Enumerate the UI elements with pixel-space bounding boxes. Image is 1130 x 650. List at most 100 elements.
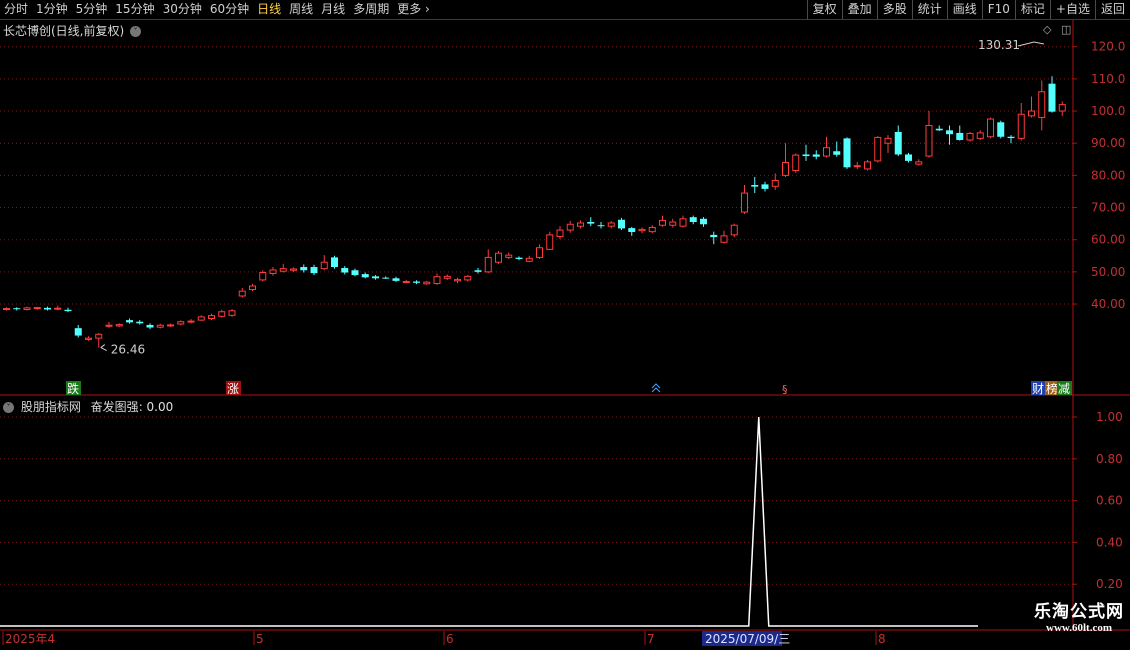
candle-body: [474, 270, 482, 272]
candle: [966, 131, 974, 142]
candle-body: [228, 310, 236, 316]
candle-body: [874, 136, 882, 162]
candle-body: [54, 307, 62, 310]
date-label: 7: [647, 632, 655, 646]
watermark: 乐淘公式网 www.60lt.com: [1034, 597, 1124, 634]
candle: [443, 274, 451, 280]
candle: [976, 130, 984, 140]
candle-body: [187, 320, 195, 323]
candle-body: [454, 279, 461, 282]
candle-body: [126, 320, 133, 323]
candle-body: [525, 257, 533, 262]
candle: [843, 137, 851, 169]
candle-body: [894, 131, 902, 155]
candle: [802, 144, 810, 161]
candle: [208, 313, 215, 321]
marker-jian: 减: [1058, 382, 1070, 396]
candle-body: [443, 275, 451, 279]
chevron-down-icon[interactable]: ˅: [3, 402, 14, 413]
candle: [915, 159, 923, 166]
candle-body: [792, 154, 800, 172]
candle: [1007, 135, 1015, 144]
candle-body: [566, 223, 574, 231]
candle-body: [679, 218, 687, 227]
candle: [146, 323, 154, 330]
candle: [515, 256, 523, 261]
candle: [946, 125, 953, 145]
candle: [126, 318, 133, 324]
candle-body: [987, 118, 994, 138]
candle-body: [833, 151, 841, 155]
candle-body: [587, 222, 595, 224]
indicator-value: 0.00: [146, 400, 174, 414]
candle: [679, 215, 687, 228]
candle: [23, 306, 31, 311]
marker-cai: 财: [1032, 382, 1044, 396]
candle: [464, 275, 472, 282]
candle: [454, 277, 461, 284]
candle-body: [95, 333, 103, 339]
candle: [54, 305, 62, 311]
y-tick-label: 60.00: [1091, 233, 1125, 247]
candle: [894, 125, 902, 157]
candle: [730, 223, 738, 238]
candle-body: [782, 161, 789, 176]
candle: [290, 267, 297, 272]
candle: [402, 279, 410, 284]
sub-y-tick-label: 0.80: [1096, 452, 1123, 466]
sub-y-tick-label: 0.40: [1096, 535, 1123, 549]
candle-body: [771, 180, 779, 187]
candle: [566, 221, 574, 233]
candle-body: [1007, 136, 1015, 139]
candle-body: [484, 256, 492, 273]
candle-body: [536, 247, 543, 258]
candle-body: [197, 316, 205, 321]
candle-body: [13, 308, 21, 310]
candle-body: [3, 308, 10, 311]
candle: [833, 141, 841, 157]
candle-body: [628, 228, 636, 232]
candle: [351, 268, 359, 277]
candle: [925, 111, 933, 158]
candle: [874, 136, 882, 163]
candle-body: [495, 252, 502, 263]
candle: [1038, 80, 1046, 131]
candle-body: [915, 161, 923, 165]
candle-body: [905, 154, 912, 161]
s-marker-icon: §: [782, 383, 788, 396]
candle-body: [946, 130, 953, 135]
candle-body: [433, 276, 441, 284]
candle: [238, 287, 246, 298]
candle-body: [331, 257, 338, 268]
marker-zhang: 涨: [227, 381, 239, 396]
candle: [331, 255, 338, 269]
candle-body: [320, 261, 328, 270]
candle: [648, 225, 656, 234]
candle: [64, 307, 72, 313]
candle-body: [1028, 110, 1035, 117]
date-label: 8: [878, 632, 886, 646]
candle-body: [1058, 104, 1066, 112]
indicator-title[interactable]: ˅ 股朋指标网 奋发图强: 0.00: [3, 398, 173, 415]
candle: [372, 275, 379, 280]
candle-body: [167, 324, 174, 327]
candle: [1048, 76, 1056, 113]
candle-body: [413, 281, 420, 283]
candle: [474, 268, 482, 274]
candle-body: [730, 224, 738, 236]
candle: [618, 217, 625, 231]
candle-body: [300, 267, 308, 271]
candle-body: [823, 147, 830, 157]
kline-chart[interactable]: 120.0110.0100.090.0080.0070.0060.0050.00…: [0, 0, 1130, 650]
candle-body: [751, 185, 759, 187]
candle: [884, 135, 892, 153]
candle-body: [372, 276, 379, 279]
candle: [361, 272, 369, 279]
candle-body: [700, 218, 707, 225]
indicator-source: 股朋指标网: [20, 400, 81, 414]
candle: [382, 276, 390, 279]
date-label: 2025年4: [5, 632, 55, 646]
candle: [607, 221, 615, 229]
watermark-url: www.60lt.com: [1046, 622, 1112, 634]
candle-body: [259, 272, 267, 281]
